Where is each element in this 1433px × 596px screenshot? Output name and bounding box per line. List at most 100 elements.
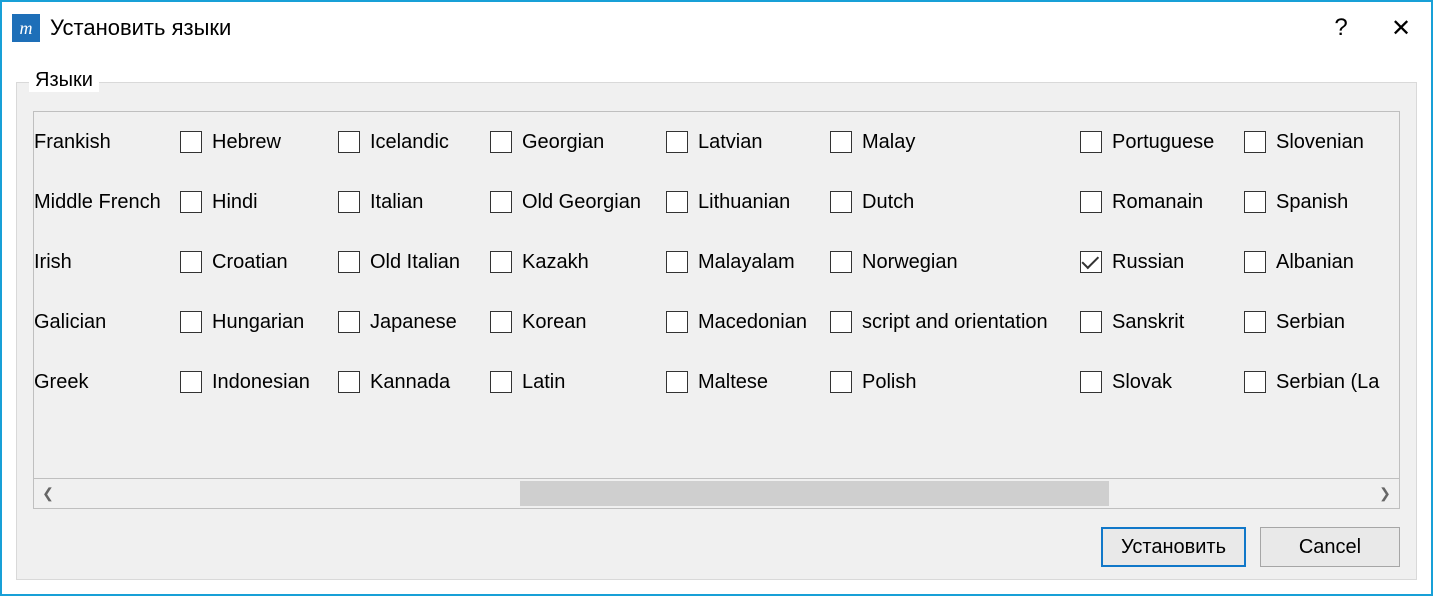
- scroll-left-icon[interactable]: ❮: [34, 479, 62, 508]
- language-checkbox[interactable]: [666, 191, 688, 213]
- language-checkbox[interactable]: [180, 251, 202, 273]
- language-checkbox[interactable]: [338, 251, 360, 273]
- language-checkbox[interactable]: [338, 371, 360, 393]
- language-item[interactable]: Icelandic: [338, 130, 484, 154]
- languages-fieldset: Языки FrankishMiddle FrenchIrishGalician…: [16, 82, 1417, 580]
- language-checkbox[interactable]: [1244, 251, 1266, 273]
- language-item[interactable]: Albanian: [1244, 250, 1399, 274]
- language-item[interactable]: Dutch: [830, 190, 1074, 214]
- dialog-content: Языки FrankishMiddle FrenchIrishGalician…: [2, 54, 1431, 594]
- language-label: Kannada: [370, 371, 450, 394]
- cancel-button[interactable]: Cancel: [1260, 527, 1400, 567]
- language-checkbox[interactable]: [830, 371, 852, 393]
- language-checkbox[interactable]: [1080, 371, 1102, 393]
- language-item[interactable]: Russian: [1080, 250, 1238, 274]
- language-checkbox[interactable]: [180, 311, 202, 333]
- language-item[interactable]: Frankish: [34, 130, 174, 154]
- language-item[interactable]: Serbian (La: [1244, 370, 1399, 394]
- language-item[interactable]: script and orientation: [830, 310, 1074, 334]
- install-button[interactable]: Установить: [1101, 527, 1246, 567]
- horizontal-scrollbar[interactable]: ❮ ❯: [34, 478, 1399, 508]
- language-checkbox[interactable]: [338, 311, 360, 333]
- language-checkbox[interactable]: [1244, 371, 1266, 393]
- language-item[interactable]: Lithuanian: [666, 190, 824, 214]
- language-label: Croatian: [212, 251, 288, 274]
- language-item[interactable]: Irish: [34, 250, 174, 274]
- language-checkbox[interactable]: [180, 131, 202, 153]
- language-item[interactable]: Slovak: [1080, 370, 1238, 394]
- language-checkbox[interactable]: [666, 311, 688, 333]
- language-item[interactable]: Sanskrit: [1080, 310, 1238, 334]
- language-item[interactable]: Hungarian: [180, 310, 332, 334]
- language-item[interactable]: Croatian: [180, 250, 332, 274]
- language-checkbox[interactable]: [1244, 311, 1266, 333]
- language-item[interactable]: Polish: [830, 370, 1074, 394]
- language-checkbox[interactable]: [490, 371, 512, 393]
- language-label: Macedonian: [698, 311, 807, 334]
- language-item[interactable]: Romanain: [1080, 190, 1238, 214]
- language-item[interactable]: Norwegian: [830, 250, 1074, 274]
- language-item[interactable]: Greek: [34, 370, 174, 394]
- language-checkbox[interactable]: [490, 311, 512, 333]
- language-checkbox[interactable]: [1244, 131, 1266, 153]
- language-item[interactable]: Kazakh: [490, 250, 660, 274]
- language-item[interactable]: Hindi: [180, 190, 332, 214]
- language-checkbox[interactable]: [490, 251, 512, 273]
- language-item[interactable]: Georgian: [490, 130, 660, 154]
- language-checkbox[interactable]: [830, 251, 852, 273]
- languages-list-container: Frankish Middle French Irish Galician Greek H…: [33, 111, 1400, 509]
- language-checkbox[interactable]: [1080, 131, 1102, 153]
- language-label: Norwegian: [862, 251, 958, 274]
- language-item[interactable]: Old Georgian: [490, 190, 660, 214]
- language-item[interactable]: Malayalam: [666, 250, 824, 274]
- language-checkbox[interactable]: [338, 131, 360, 153]
- language-checkbox[interactable]: [1080, 191, 1102, 213]
- language-item[interactable]: Slovenian: [1244, 130, 1399, 154]
- language-label: script and orientation: [862, 311, 1048, 334]
- language-item[interactable]: Spanish: [1244, 190, 1399, 214]
- language-item[interactable]: Macedonian: [666, 310, 824, 334]
- language-checkbox[interactable]: [1080, 311, 1102, 333]
- language-checkbox[interactable]: [338, 191, 360, 213]
- language-label: Albanian: [1276, 251, 1354, 274]
- language-item[interactable]: Latvian: [666, 130, 824, 154]
- language-item[interactable]: Serbian: [1244, 310, 1399, 334]
- language-item[interactable]: Old Italian: [338, 250, 484, 274]
- language-label: Polish: [862, 371, 916, 394]
- language-label: Kazakh: [522, 251, 589, 274]
- language-item[interactable]: Malay: [830, 130, 1074, 154]
- language-item[interactable]: Latin: [490, 370, 660, 394]
- language-checkbox[interactable]: [666, 371, 688, 393]
- titlebar: m Установить языки ? ✕: [2, 2, 1431, 54]
- scroll-right-icon[interactable]: ❯: [1371, 479, 1399, 508]
- language-checkbox[interactable]: [666, 131, 688, 153]
- language-item[interactable]: Indonesian: [180, 370, 332, 394]
- language-item[interactable]: Middle French: [34, 190, 174, 214]
- language-item[interactable]: Kannada: [338, 370, 484, 394]
- language-label: Greek: [34, 371, 88, 394]
- language-checkbox[interactable]: [490, 131, 512, 153]
- language-checkbox[interactable]: [180, 191, 202, 213]
- language-checkbox[interactable]: [1244, 191, 1266, 213]
- language-checkbox[interactable]: [666, 251, 688, 273]
- language-label: Indonesian: [212, 371, 310, 394]
- language-checkbox[interactable]: [180, 371, 202, 393]
- language-label: Lithuanian: [698, 191, 790, 214]
- language-checkbox[interactable]: [490, 191, 512, 213]
- language-checkbox[interactable]: [830, 191, 852, 213]
- language-checkbox[interactable]: [1080, 251, 1102, 273]
- close-button[interactable]: ✕: [1371, 2, 1431, 54]
- language-item[interactable]: Portuguese: [1080, 130, 1238, 154]
- language-item[interactable]: Galician: [34, 310, 174, 334]
- language-label: Spanish: [1276, 191, 1348, 214]
- scroll-thumb[interactable]: [520, 481, 1109, 506]
- language-checkbox[interactable]: [830, 311, 852, 333]
- help-button[interactable]: ?: [1311, 2, 1371, 54]
- scroll-track[interactable]: [62, 479, 1371, 508]
- language-checkbox[interactable]: [830, 131, 852, 153]
- language-item[interactable]: Japanese: [338, 310, 484, 334]
- language-item[interactable]: Italian: [338, 190, 484, 214]
- language-item[interactable]: Maltese: [666, 370, 824, 394]
- language-item[interactable]: Korean: [490, 310, 660, 334]
- language-item[interactable]: Hebrew: [180, 130, 332, 154]
